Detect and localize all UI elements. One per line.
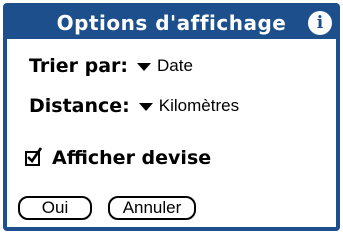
ok-button[interactable]: Oui: [18, 196, 92, 220]
sort-picker[interactable]: Date: [137, 56, 193, 76]
distance-value: Kilomètres: [158, 96, 240, 115]
sort-label: Trier par:: [29, 55, 129, 77]
dialog-title: Options d'affichage: [56, 11, 287, 35]
sort-value: Date: [157, 56, 193, 75]
sort-row: Trier par: Date: [29, 55, 193, 77]
dialog-title-bar: Options d'affichage i: [7, 7, 336, 39]
info-glyph: i: [316, 12, 324, 33]
cancel-button[interactable]: Annuler: [108, 196, 196, 220]
show-currency-label: Afficher devise: [52, 147, 212, 169]
checkmark-icon: [27, 146, 42, 163]
distance-picker[interactable]: Kilomètres: [138, 96, 240, 116]
distance-label: Distance:: [29, 95, 130, 117]
dropdown-triangle-icon: [138, 103, 153, 111]
info-icon[interactable]: i: [308, 11, 332, 35]
show-currency-checkbox[interactable]: [25, 146, 42, 166]
display-options-dialog: Options d'affichage i Trier par: Date Di…: [3, 3, 340, 231]
distance-row: Distance: Kilomètres: [29, 95, 239, 117]
dropdown-triangle-icon: [137, 63, 152, 71]
show-currency-toggle[interactable]: Afficher devise: [25, 146, 212, 169]
